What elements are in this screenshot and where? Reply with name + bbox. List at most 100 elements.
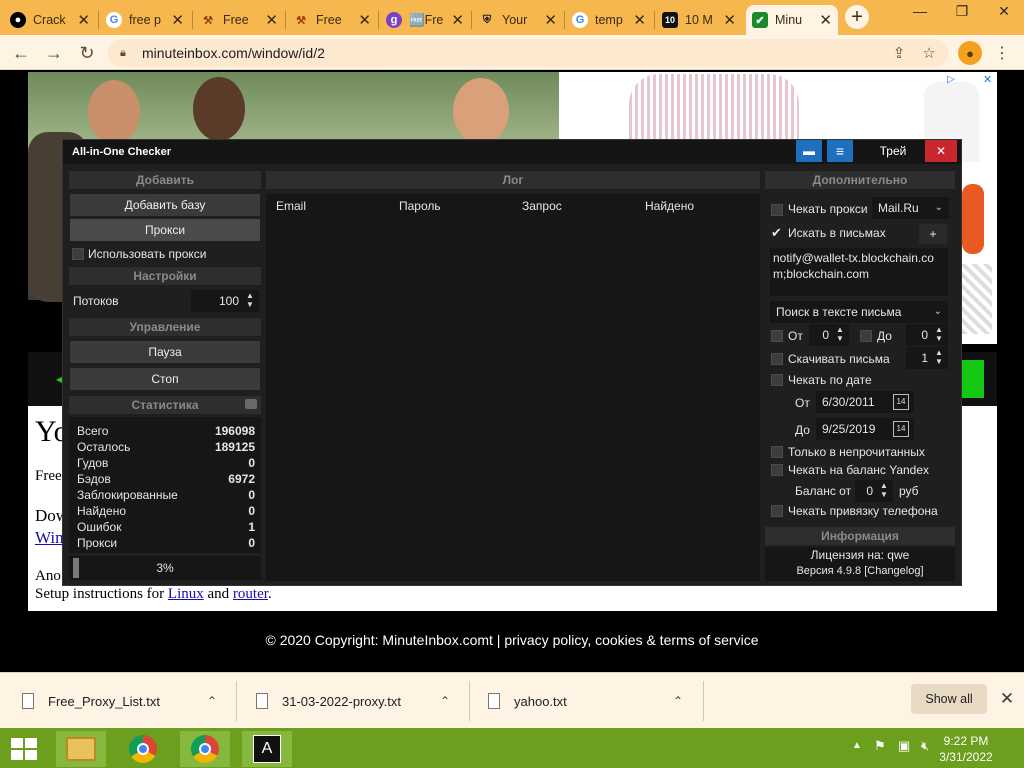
reload-icon[interactable]: ↻: [76, 42, 98, 64]
stepper-arrows-icon[interactable]: ▲ ▼: [244, 291, 256, 311]
check-by-date-checkbox[interactable]: [771, 374, 783, 386]
new-tab-button[interactable]: +: [845, 5, 869, 29]
from-stepper[interactable]: 0 ▲ ▼: [809, 324, 849, 346]
close-icon[interactable]: ✕: [819, 11, 832, 29]
log-column-password[interactable]: Пароль: [399, 199, 441, 213]
explorer-taskbar-button[interactable]: [56, 731, 106, 767]
stepper-arrows-icon[interactable]: ▲ ▼: [933, 348, 945, 368]
yandex-balance-checkbox[interactable]: [771, 464, 783, 476]
network-icon[interactable]: ▣: [898, 738, 914, 754]
add-query-button[interactable]: +: [919, 224, 947, 244]
bookmark-star-icon[interactable]: ☆: [919, 43, 939, 63]
tab-2[interactable]: G free p ✕: [100, 5, 190, 35]
calendar-icon[interactable]: 14: [893, 421, 909, 437]
stop-button[interactable]: Стоп: [70, 368, 260, 390]
log-column-query[interactable]: Запрос: [522, 199, 562, 213]
from-label: От: [788, 329, 803, 343]
tab-5[interactable]: g 🆓Fre ✕: [380, 5, 470, 35]
search-letters-checkbox[interactable]: ✔: [771, 226, 783, 239]
router-link[interactable]: router: [233, 586, 268, 602]
close-icon[interactable]: ✕: [77, 11, 90, 29]
folder-icon[interactable]: ▬: [796, 140, 822, 162]
github-icon: ●: [10, 12, 26, 28]
from-checkbox[interactable]: [771, 330, 783, 342]
page-link[interactable]: Win: [35, 528, 64, 548]
back-icon[interactable]: ←: [10, 42, 32, 64]
tab-4[interactable]: ⚒ Free ✕: [287, 5, 377, 35]
action-center-flag-icon[interactable]: ⚑: [874, 738, 890, 754]
forward-icon[interactable]: →: [43, 42, 65, 64]
start-button[interactable]: [0, 731, 48, 767]
tab-3[interactable]: ⚒ Free ✕: [194, 5, 284, 35]
download-stepper[interactable]: 1 ▲ ▼: [906, 347, 948, 369]
check-proxy-checkbox[interactable]: [771, 204, 783, 216]
threads-stepper[interactable]: 100 ▲ ▼: [191, 290, 259, 312]
add-db-button[interactable]: Добавить базу: [70, 194, 260, 216]
chevron-up-icon[interactable]: ⌃: [673, 694, 683, 708]
download-item[interactable]: yahoo.txt ⌃: [488, 683, 698, 719]
stepper-arrows-icon[interactable]: ▲ ▼: [933, 325, 945, 345]
phone-binding-checkbox[interactable]: [771, 505, 783, 517]
search-mode-select[interactable]: Поиск в тексте письма ⌄: [770, 301, 948, 323]
profile-avatar[interactable]: ●: [958, 41, 982, 65]
download-letters-checkbox[interactable]: [771, 353, 783, 365]
tab-7[interactable]: G temp ✕: [566, 5, 652, 35]
chevron-up-icon[interactable]: ⌃: [440, 694, 450, 708]
close-icon[interactable]: ✕: [358, 11, 371, 29]
camera-icon[interactable]: [245, 399, 257, 409]
log-column-found[interactable]: Найдено: [645, 199, 694, 213]
date-to-picker[interactable]: 9/25/2019 14: [816, 418, 914, 440]
log-panel[interactable]: Email Пароль Запрос Найдено: [266, 194, 760, 581]
downloads-close-button[interactable]: ✕: [998, 688, 1016, 710]
chrome-taskbar-button[interactable]: [118, 731, 168, 767]
calendar-icon[interactable]: 14: [893, 394, 909, 410]
restore-button[interactable]: ❐: [942, 0, 982, 22]
pause-button[interactable]: Пауза: [70, 341, 260, 363]
tray-expand-icon[interactable]: ▲: [852, 740, 862, 751]
tab-6[interactable]: ⛨ Your ✕: [473, 5, 563, 35]
download-item[interactable]: 31-03-2022-proxy.txt ⌃: [256, 683, 466, 719]
tray-button[interactable]: Трей: [869, 140, 917, 162]
ad-info-icon[interactable]: ▷: [947, 74, 959, 86]
checker-close-button[interactable]: ✕: [925, 140, 957, 162]
hamburger-menu-icon[interactable]: ≡: [827, 140, 853, 162]
close-icon[interactable]: ✕: [633, 11, 646, 29]
tab-9-active[interactable]: ✔ Minu ✕: [746, 5, 838, 35]
close-icon[interactable]: ✕: [723, 11, 736, 29]
stepper-arrows-icon[interactable]: ▲ ▼: [878, 481, 890, 501]
download-item[interactable]: Free_Proxy_List.txt ⌃: [22, 683, 232, 719]
info-panel: Лицензия на: qwe Версия 4.9.8 [Changelog…: [765, 547, 955, 581]
log-column-email[interactable]: Email: [276, 199, 306, 213]
chrome-window-taskbar-button[interactable]: [180, 731, 230, 767]
query-textarea[interactable]: notify@wallet-tx.blockchain.com;blockcha…: [770, 248, 948, 296]
show-all-button[interactable]: Show all: [911, 684, 987, 714]
to-checkbox[interactable]: [860, 330, 872, 342]
share-icon[interactable]: ⇪: [889, 43, 909, 63]
version-link[interactable]: Версия 4.9.8 [Changelog]: [765, 565, 955, 577]
linux-link[interactable]: Linux: [168, 586, 204, 602]
close-icon[interactable]: ✕: [171, 11, 184, 29]
use-proxy-checkbox[interactable]: [72, 248, 84, 260]
close-icon[interactable]: ✕: [265, 11, 278, 29]
tab-8[interactable]: 10 10 M ✕: [656, 5, 742, 35]
chevron-up-icon[interactable]: ⌃: [207, 694, 217, 708]
taskbar-clock[interactable]: 9:22 PM 3/31/2022: [935, 733, 997, 765]
balance-stepper[interactable]: 0 ▲ ▼: [855, 480, 893, 502]
address-bar[interactable]: 🔒︎ minuteinbox.com/window/id/2 ⇪ ☆: [108, 39, 948, 67]
menu-kebab-icon[interactable]: ⋮: [992, 41, 1012, 65]
unread-only-checkbox[interactable]: [771, 446, 783, 458]
minimize-button[interactable]: —: [900, 0, 940, 22]
ad-close-icon[interactable]: ✕: [983, 73, 995, 86]
date-from-picker[interactable]: 6/30/2011 14: [816, 391, 914, 413]
proxy-button[interactable]: Прокси: [70, 219, 260, 241]
window-close-button[interactable]: ✕: [984, 0, 1024, 22]
checker-taskbar-button[interactable]: A: [242, 731, 292, 767]
stepper-arrows-icon[interactable]: ▲ ▼: [834, 325, 846, 345]
tab-1[interactable]: ● Crack ✕: [4, 5, 96, 35]
close-icon[interactable]: ✕: [451, 11, 464, 29]
proxy-target-select[interactable]: Mail.Ru ⌄: [872, 197, 949, 219]
to-stepper[interactable]: 0 ▲ ▼: [906, 324, 948, 346]
close-icon[interactable]: ✕: [544, 11, 557, 29]
page-footer[interactable]: © 2020 Copyright: MinuteInbox.comt | pri…: [0, 632, 1024, 648]
setup-line: Setup instructions for Linux and router.: [35, 586, 272, 603]
